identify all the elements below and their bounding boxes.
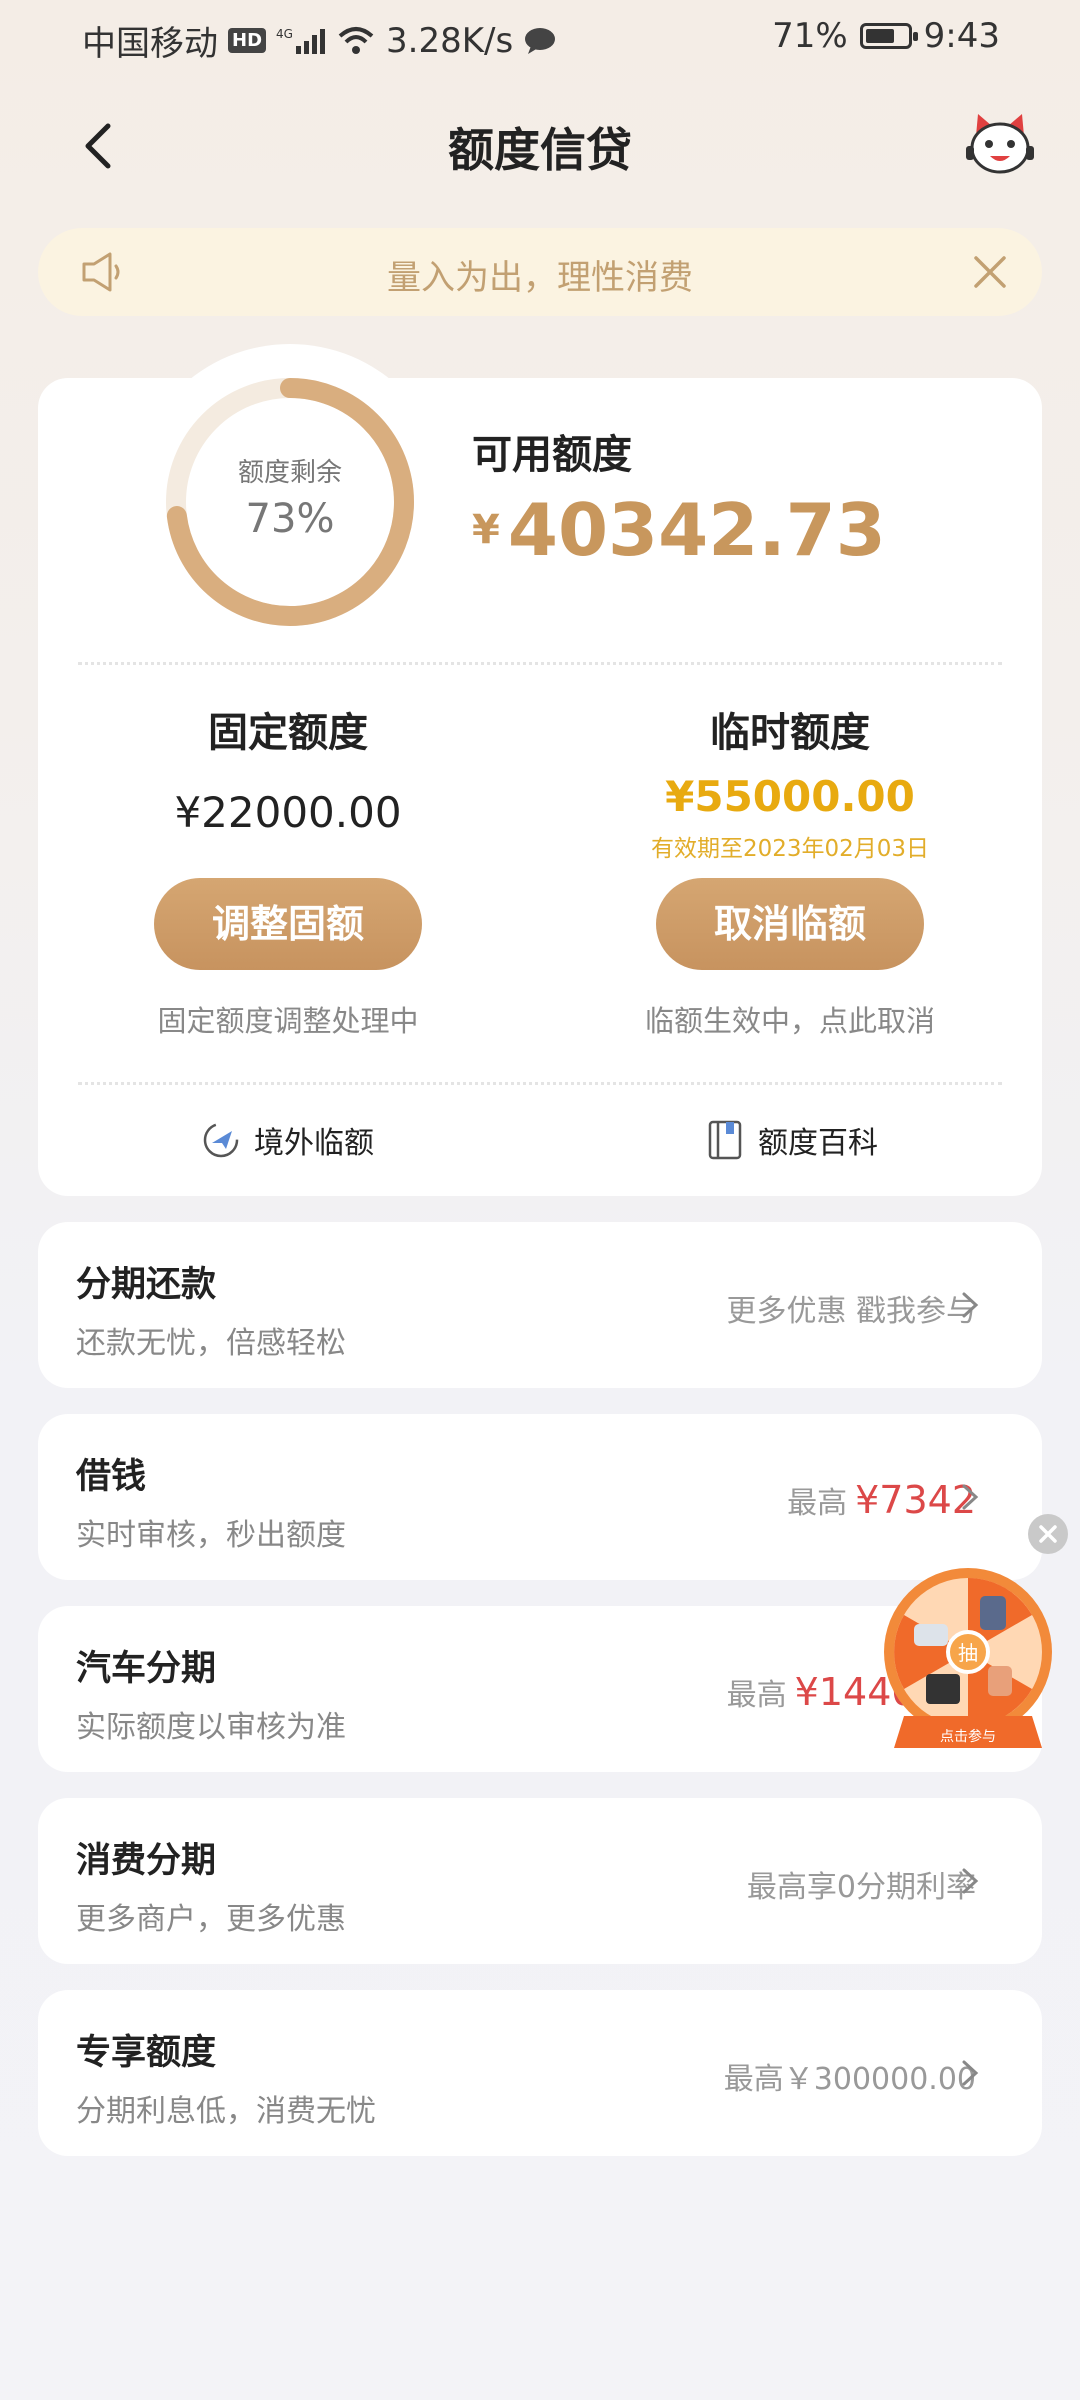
- close-icon[interactable]: [968, 250, 1012, 294]
- signal-icon: 4G: [276, 27, 326, 54]
- lucky-wheel[interactable]: 抽 点击参与: [884, 1566, 1060, 1756]
- temp-credit-amount: ¥55000.00: [665, 772, 915, 821]
- ring-percent: 73%: [245, 496, 335, 542]
- row-title: 专享额度: [76, 2033, 217, 2073]
- battery-percent: 71%: [772, 16, 848, 56]
- temp-credit-title: 临时额度: [710, 710, 870, 756]
- available-value: 40342.73: [507, 488, 886, 572]
- close-icon: [1039, 1525, 1057, 1543]
- hd-badge: HD: [228, 28, 267, 53]
- book-icon: [708, 1120, 742, 1160]
- adjust-fixed-button[interactable]: 调整固额: [154, 878, 422, 970]
- divider: [78, 1082, 1002, 1085]
- wheel-close-button[interactable]: [1028, 1514, 1068, 1554]
- list-item[interactable]: 借钱 实时审核，秒出额度 最高 ¥7342: [38, 1414, 1042, 1580]
- row-subtitle: 实时审核，秒出额度: [76, 1518, 346, 1553]
- available-amount: ¥40342.73: [472, 488, 886, 572]
- row-action-label: 最高: [787, 1486, 848, 1521]
- mascot-button[interactable]: [964, 108, 1036, 180]
- available-label: 可用额度: [472, 432, 632, 478]
- plane-icon: [203, 1122, 239, 1158]
- temp-credit-validity: 有效期至2023年02月03日: [650, 836, 930, 862]
- network-type: 4G: [276, 27, 293, 41]
- currency-symbol: ¥: [472, 507, 500, 553]
- remaining-ring: 额度剩余 73%: [160, 372, 420, 632]
- battery-icon: [859, 23, 918, 49]
- row-subtitle: 还款无忧，倍感轻松: [76, 1326, 346, 1361]
- row-action-text: 更多优惠 戳我参与: [726, 1286, 976, 1330]
- fixed-credit-amount: ¥22000.00: [174, 788, 402, 837]
- row-action-text: 最高享0分期利率: [747, 1862, 976, 1906]
- network-speed: 3.28K/s: [386, 20, 514, 61]
- fixed-credit-section: 固定额度 ¥22000.00: [58, 700, 518, 837]
- overseas-temp-link[interactable]: 境外临额: [200, 1118, 374, 1162]
- credit-encyclopedia-link[interactable]: 额度百科: [704, 1118, 878, 1162]
- row-action-label: 最高￥300000.00: [723, 2062, 976, 2097]
- divider: [78, 662, 1002, 665]
- nav-bar: 额度信贷: [0, 100, 1080, 190]
- clock: 9:43: [923, 16, 1000, 56]
- list-item[interactable]: 分期还款 还款无忧，倍感轻松 更多优惠 戳我参与: [38, 1222, 1042, 1388]
- ring-label: 额度剩余: [237, 458, 342, 488]
- temp-credit-note[interactable]: 临额生效中，点此取消: [560, 998, 1020, 1040]
- fixed-credit-note: 固定额度调整处理中: [157, 1004, 419, 1038]
- row-title: 分期还款: [76, 1265, 217, 1305]
- chevron-right-icon: [962, 1868, 979, 1894]
- page-title: 额度信贷: [448, 123, 632, 177]
- chevron-right-icon: [962, 1484, 979, 1510]
- chevron-right-icon: [962, 1292, 979, 1318]
- overseas-temp-label: 境外临额: [254, 1126, 374, 1161]
- row-title: 借钱: [76, 1457, 147, 1497]
- mascot-icon: [966, 114, 1034, 174]
- list-item[interactable]: 消费分期 更多商户，更多优惠 最高享0分期利率: [38, 1798, 1042, 1964]
- row-subtitle: 更多商户，更多优惠: [76, 1902, 346, 1937]
- row-title: 汽车分期: [76, 1649, 217, 1689]
- notice-text: 量入为出，理性消费: [387, 258, 693, 298]
- lucky-wheel-graphic: 抽 点击参与: [884, 1568, 1052, 1748]
- cancel-temp-button[interactable]: 取消临额: [656, 878, 924, 970]
- list-item[interactable]: 专享额度 分期利息低，消费无忧 最高￥300000.00: [38, 1990, 1042, 2156]
- row-action-label: 最高: [726, 1678, 787, 1713]
- wifi-icon: [338, 26, 374, 54]
- wheel-banner-label: 点击参与: [940, 1728, 996, 1745]
- row-title: 消费分期: [76, 1841, 217, 1881]
- notice-banner: 量入为出，理性消费: [38, 228, 1042, 316]
- row-action-label: 更多优惠 戳我参与: [726, 1294, 976, 1329]
- temp-credit-section: 临时额度 ¥55000.00 有效期至2023年02月03日: [560, 700, 1020, 863]
- chevron-right-icon: [962, 2060, 979, 2086]
- wheel-center-label: 抽: [958, 1641, 978, 1665]
- row-action-text: 最高￥300000.00: [724, 2054, 976, 2098]
- carrier-name: 中国移动: [82, 24, 218, 64]
- row-action-text: 最高 ¥7342: [787, 1478, 976, 1522]
- credit-encyclopedia-label: 额度百科: [758, 1126, 878, 1161]
- message-icon: [525, 27, 556, 54]
- fixed-credit-title: 固定额度: [208, 710, 368, 756]
- row-action-label: 最高享0分期利率: [746, 1870, 976, 1905]
- row-subtitle: 实际额度以审核为准: [76, 1710, 346, 1745]
- row-subtitle: 分期利息低，消费无忧: [76, 2094, 376, 2129]
- status-bar: 中国移动 HD 4G 3.28K/s 71% 9:43: [0, 0, 1080, 72]
